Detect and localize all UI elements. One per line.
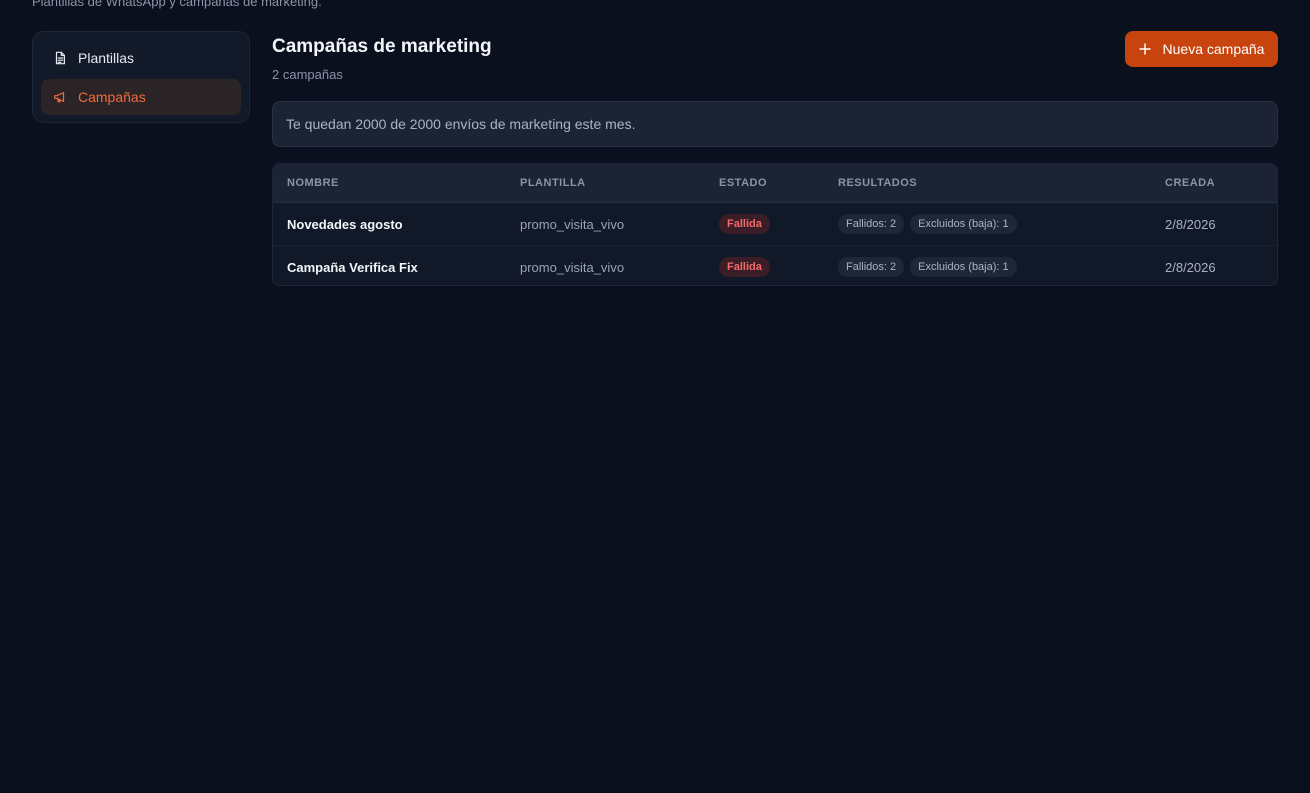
failed-count-pill: Fallidos: 2 bbox=[838, 214, 905, 234]
new-campaign-button[interactable]: Nueva campaña bbox=[1125, 31, 1278, 67]
table-header: NOMBRE PLANTILLA ESTADO RESULTADOS CREAD… bbox=[273, 164, 1277, 203]
page: Plantillas de WhatsApp y campañas de mar… bbox=[0, 0, 1310, 793]
failed-count-pill: Fallidos: 2 bbox=[838, 257, 905, 277]
results-cell: Fallidos: 2 Excluidos (baja): 1 bbox=[838, 246, 1023, 285]
quota-banner: Te quedan 2000 de 2000 envíos de marketi… bbox=[272, 101, 1278, 147]
plus-icon bbox=[1138, 43, 1151, 55]
campaign-name: Novedades agosto bbox=[287, 216, 403, 232]
column-header-nombre[interactable]: NOMBRE bbox=[287, 164, 339, 202]
sidebar-item-label: Plantillas bbox=[78, 50, 135, 66]
status-badge: Fallida bbox=[719, 257, 770, 277]
column-header-estado[interactable]: ESTADO bbox=[719, 164, 767, 202]
table-row[interactable]: Novedades agosto promo_visita_vivo Falli… bbox=[273, 203, 1277, 246]
table-row[interactable]: Campaña Verifica Fix promo_visita_vivo F… bbox=[273, 246, 1277, 285]
excluded-count-pill: Excluidos (baja): 1 bbox=[910, 214, 1017, 234]
excluded-count-pill: Excluidos (baja): 1 bbox=[910, 257, 1017, 277]
created-date: 2/8/2026 bbox=[1165, 259, 1216, 275]
sidebar: Plantillas Campañas bbox=[32, 31, 250, 123]
status-cell: Fallida bbox=[719, 203, 770, 245]
campaign-count: 2 campañas bbox=[272, 67, 343, 82]
column-header-creada[interactable]: CREADA bbox=[1165, 164, 1215, 202]
results-cell: Fallidos: 2 Excluidos (baja): 1 bbox=[838, 203, 1023, 245]
sidebar-item-plantillas[interactable]: Plantillas bbox=[41, 40, 241, 76]
template-name: promo_visita_vivo bbox=[520, 259, 625, 275]
status-cell: Fallida bbox=[719, 246, 770, 285]
template-name: promo_visita_vivo bbox=[520, 216, 625, 232]
quota-text: Te quedan 2000 de 2000 envíos de marketi… bbox=[286, 116, 636, 132]
created-date: 2/8/2026 bbox=[1165, 216, 1216, 232]
campaign-name: Campaña Verifica Fix bbox=[287, 259, 418, 275]
column-header-plantilla[interactable]: PLANTILLA bbox=[520, 164, 586, 202]
page-title: Campañas de marketing bbox=[272, 36, 492, 57]
sidebar-item-campanas[interactable]: Campañas bbox=[41, 79, 241, 115]
sidebar-item-label: Campañas bbox=[78, 89, 146, 105]
status-badge: Fallida bbox=[719, 214, 770, 234]
document-icon bbox=[53, 51, 67, 65]
column-header-resultados[interactable]: RESULTADOS bbox=[838, 164, 917, 202]
new-campaign-label: Nueva campaña bbox=[1162, 41, 1265, 57]
campaigns-table: NOMBRE PLANTILLA ESTADO RESULTADOS CREAD… bbox=[272, 163, 1278, 286]
megaphone-icon bbox=[53, 90, 67, 104]
page-subtitle: Plantillas de WhatsApp y campañas de mar… bbox=[32, 0, 322, 9]
